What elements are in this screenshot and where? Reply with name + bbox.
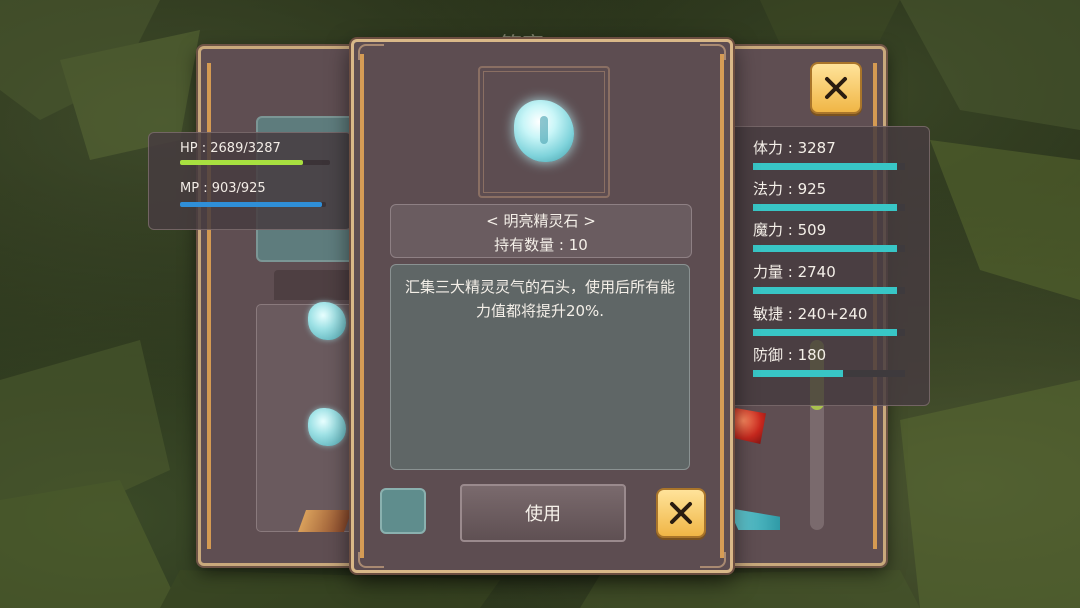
stat-bar-fill xyxy=(753,204,898,211)
mp-bar xyxy=(180,202,326,207)
panel-close-button[interactable] xyxy=(810,62,862,114)
hp-label: HP : 2689/3287 xyxy=(180,141,281,156)
stat-bar-fill xyxy=(753,163,898,170)
dialog-close-button[interactable] xyxy=(656,488,706,538)
stat-bar xyxy=(753,163,905,170)
book-item-icon[interactable] xyxy=(297,510,353,532)
hp-mp-panel: HP : 2689/3287 MP : 903/925 xyxy=(148,132,352,230)
stat-label: 魔力 : 509 xyxy=(753,221,827,239)
stat-row-mana: 法力 : 925 xyxy=(753,178,913,211)
frame-corner xyxy=(358,552,384,568)
crystal-item-icon[interactable] xyxy=(308,408,346,446)
stat-row-defense: 防御 : 180 xyxy=(753,344,913,377)
stat-row-strength: 力量 : 2740 xyxy=(753,261,913,294)
crystal-item-icon[interactable] xyxy=(308,302,346,340)
stat-label: 力量 : 2740 xyxy=(753,263,836,281)
stat-bar xyxy=(753,204,905,211)
item-detail-dialog: < 明亮精灵石 > 持有数量 : 10 汇集三大精灵灵气的石头，使用后所有能力值… xyxy=(351,39,733,573)
stat-row-stamina: 体力 : 3287 xyxy=(753,137,913,170)
hp-bar-fill xyxy=(180,160,303,165)
stat-bar xyxy=(753,245,905,252)
close-icon xyxy=(670,502,692,524)
stat-bar-fill xyxy=(753,329,898,336)
stat-bar xyxy=(753,329,905,336)
mp-label: MP : 903/925 xyxy=(180,181,266,196)
mp-bar-fill xyxy=(180,202,323,207)
use-button[interactable]: 使用 xyxy=(460,484,626,542)
item-info-box: < 明亮精灵石 > 持有数量 : 10 xyxy=(390,204,692,258)
close-icon xyxy=(825,77,847,99)
quantity-slot[interactable] xyxy=(380,488,426,534)
stat-label: 法力 : 925 xyxy=(753,180,827,198)
stat-label: 防御 : 180 xyxy=(753,346,827,364)
frame-corner xyxy=(700,44,726,60)
item-quantity: 持有数量 : 10 xyxy=(494,236,588,254)
hp-bar xyxy=(180,160,330,165)
stat-bar xyxy=(753,370,905,377)
stat-bar xyxy=(753,287,905,294)
stat-label: 体力 : 3287 xyxy=(753,139,836,157)
stat-bar-fill xyxy=(753,287,898,294)
stat-bar-fill xyxy=(753,370,843,377)
stats-panel: 体力 : 3287 法力 : 925 魔力 : 509 力量 : 2740 敏捷… xyxy=(728,126,930,406)
stat-label: 敏捷 : 240+240 xyxy=(753,305,868,323)
item-name: < 明亮精灵石 > xyxy=(486,212,596,230)
frame-corner xyxy=(700,552,726,568)
stat-row-agility: 敏捷 : 240+240 xyxy=(753,303,913,336)
stat-bar-fill xyxy=(753,245,898,252)
item-description: 汇集三大精灵灵气的石头，使用后所有能力值都将提升20%. xyxy=(390,264,690,470)
inventory-tab[interactable] xyxy=(274,270,354,300)
frame-corner xyxy=(358,44,384,60)
stat-row-magic: 魔力 : 509 xyxy=(753,219,913,252)
